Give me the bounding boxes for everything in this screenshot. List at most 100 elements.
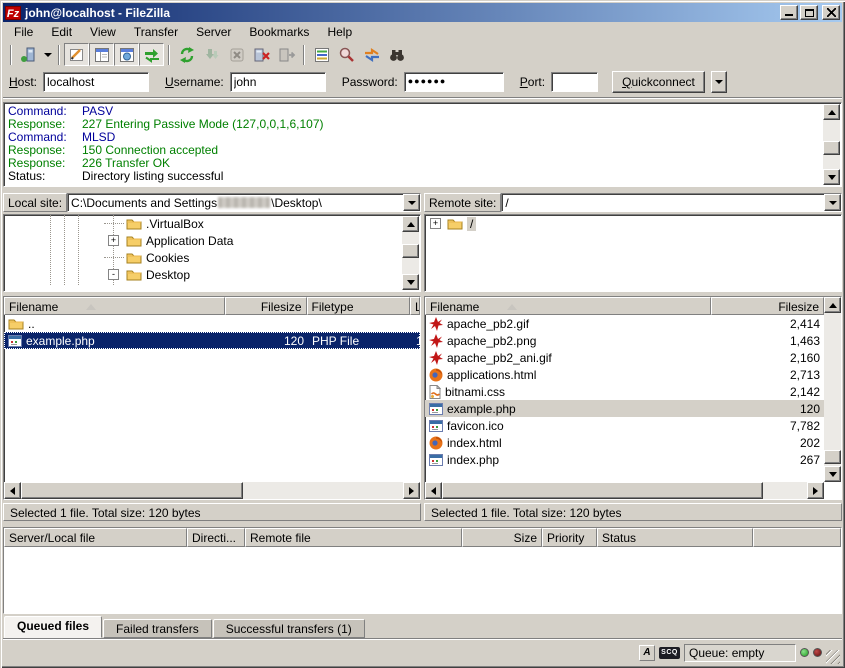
column-header-filesize[interactable]: Filesize <box>225 297 307 315</box>
tree-expand-icon[interactable]: + <box>108 235 119 246</box>
disconnect-button[interactable] <box>249 43 274 66</box>
scroll-up-button[interactable] <box>402 216 419 232</box>
menu-file[interactable]: File <box>5 23 42 41</box>
menu-bookmarks[interactable]: Bookmarks <box>240 23 318 41</box>
scroll-right-button[interactable] <box>807 482 824 499</box>
data-type-ascii-icon[interactable]: A <box>639 645 655 661</box>
file-row[interactable]: applications.html 2,713 <box>425 366 824 383</box>
file-row-parent-dir[interactable]: .. <box>4 315 420 332</box>
local-horizontal-scrollbar[interactable] <box>4 482 420 499</box>
column-header-filesize[interactable]: Filesize <box>711 297 824 315</box>
scroll-left-button[interactable] <box>425 482 442 499</box>
local-tree-vertical-scrollbar[interactable] <box>402 216 419 290</box>
queue-body[interactable] <box>4 547 841 613</box>
resize-grip[interactable] <box>826 650 840 664</box>
column-header-filename[interactable]: Filename <box>425 297 711 315</box>
speed-limits-icon[interactable]: SCQ <box>659 647 680 659</box>
scroll-thumb[interactable] <box>402 244 419 258</box>
refresh-button[interactable] <box>174 43 199 66</box>
tree-item-desktop[interactable]: - Desktop <box>4 266 420 283</box>
scroll-down-button[interactable] <box>823 169 840 185</box>
synchronized-browsing-button[interactable] <box>359 43 384 66</box>
scroll-track[interactable] <box>442 482 807 499</box>
tab-failed-transfers[interactable]: Failed transfers <box>103 619 212 638</box>
scroll-up-button[interactable] <box>824 297 841 313</box>
window-title: john@localhost - FileZilla <box>25 6 778 20</box>
tree-item-application-data[interactable]: + Application Data <box>4 232 420 249</box>
remote-path-dropdown-button[interactable] <box>824 194 841 211</box>
column-header-size[interactable]: Size <box>462 528 542 547</box>
toolbar-separator <box>303 45 305 65</box>
minimize-button[interactable] <box>780 5 798 20</box>
maximize-button[interactable] <box>800 5 818 20</box>
column-header-remote-file[interactable]: Remote file <box>245 528 462 547</box>
column-header-filetype[interactable]: Filetype <box>307 297 411 315</box>
scroll-down-button[interactable] <box>824 466 841 482</box>
port-input[interactable] <box>551 72 598 92</box>
file-row[interactable]: apache_pb2_ani.gif 2,160 <box>425 349 824 366</box>
file-row[interactable]: favicon.ico 7,782 <box>425 417 824 434</box>
column-header-status[interactable]: Status <box>597 528 753 547</box>
file-row-selected[interactable]: example.php 120 <box>425 400 824 417</box>
cancel-operation-button[interactable] <box>224 43 249 66</box>
local-path-combobox[interactable]: C:\Documents and Settings\Desktop\ <box>67 193 421 212</box>
find-files-button[interactable] <box>384 43 409 66</box>
scroll-thumb[interactable] <box>442 482 763 499</box>
menu-server[interactable]: Server <box>187 23 240 41</box>
column-header-server-local-file[interactable]: Server/Local file <box>4 528 187 547</box>
column-header-priority[interactable]: Priority <box>542 528 597 547</box>
file-row[interactable]: bitnami.css 2,142 <box>425 383 824 400</box>
tree-expand-icon[interactable]: + <box>430 218 441 229</box>
toggle-local-tree-button[interactable] <box>89 43 114 66</box>
host-input[interactable] <box>43 72 149 92</box>
scroll-thumb[interactable] <box>823 141 840 155</box>
remote-horizontal-scrollbar[interactable] <box>425 482 824 499</box>
tree-item-virtualbox[interactable]: .VirtualBox <box>4 215 420 232</box>
password-input[interactable]: ●●●●●● <box>404 72 504 92</box>
close-button[interactable] <box>822 5 840 20</box>
username-input[interactable] <box>230 72 326 92</box>
tree-item-root[interactable]: + / <box>425 215 841 232</box>
tab-queued-files[interactable]: Queued files <box>4 616 102 638</box>
reconnect-button[interactable] <box>274 43 299 66</box>
menu-help[interactable]: Help <box>318 23 361 41</box>
toggle-remote-tree-button[interactable] <box>114 43 139 66</box>
column-header-filename[interactable]: Filename <box>4 297 225 315</box>
scroll-down-button[interactable] <box>402 274 419 290</box>
column-header-lastmodified[interactable]: L <box>410 297 420 315</box>
quickconnect-dropdown[interactable] <box>711 71 727 93</box>
site-manager-button[interactable] <box>16 43 41 66</box>
toggle-transfer-queue-button[interactable] <box>139 43 164 66</box>
scroll-thumb[interactable] <box>824 450 841 464</box>
log-vertical-scrollbar[interactable] <box>823 104 840 185</box>
toggle-message-log-button[interactable] <box>64 43 89 66</box>
tab-successful-transfers[interactable]: Successful transfers (1) <box>213 619 365 638</box>
file-row[interactable]: apache_pb2.png 1,463 <box>425 332 824 349</box>
minimize-icon <box>785 14 793 16</box>
remote-vertical-scrollbar[interactable] <box>824 297 841 482</box>
tree-collapse-icon[interactable]: - <box>108 269 119 280</box>
menu-view[interactable]: View <box>81 23 125 41</box>
scroll-up-button[interactable] <box>823 104 840 120</box>
file-row-example-php[interactable]: example.php 120 PHP File 1 <box>4 332 420 349</box>
menu-transfer[interactable]: Transfer <box>125 23 187 41</box>
quickconnect-button[interactable]: Quickconnect <box>612 71 705 93</box>
directory-filters-button[interactable] <box>309 43 334 66</box>
process-queue-button[interactable] <box>199 43 224 66</box>
remote-path-combobox[interactable]: / <box>501 193 842 212</box>
tree-item-cookies[interactable]: Cookies <box>4 249 420 266</box>
local-path-dropdown-button[interactable] <box>403 194 420 211</box>
menu-edit[interactable]: Edit <box>42 23 81 41</box>
file-row[interactable]: index.php 267 <box>425 451 824 468</box>
directory-comparison-button[interactable] <box>334 43 359 66</box>
column-header-direction[interactable]: Directi... <box>187 528 245 547</box>
file-row[interactable]: index.html 202 <box>425 434 824 451</box>
scroll-right-button[interactable] <box>403 482 420 499</box>
scroll-thumb[interactable] <box>21 482 243 499</box>
folder-icon <box>126 234 142 247</box>
file-row[interactable]: apache_pb2.gif 2,414 <box>425 315 824 332</box>
scroll-left-button[interactable] <box>4 482 21 499</box>
arrow-right-icon <box>409 487 414 495</box>
site-manager-dropdown[interactable] <box>41 44 54 65</box>
scroll-track[interactable] <box>21 482 403 499</box>
